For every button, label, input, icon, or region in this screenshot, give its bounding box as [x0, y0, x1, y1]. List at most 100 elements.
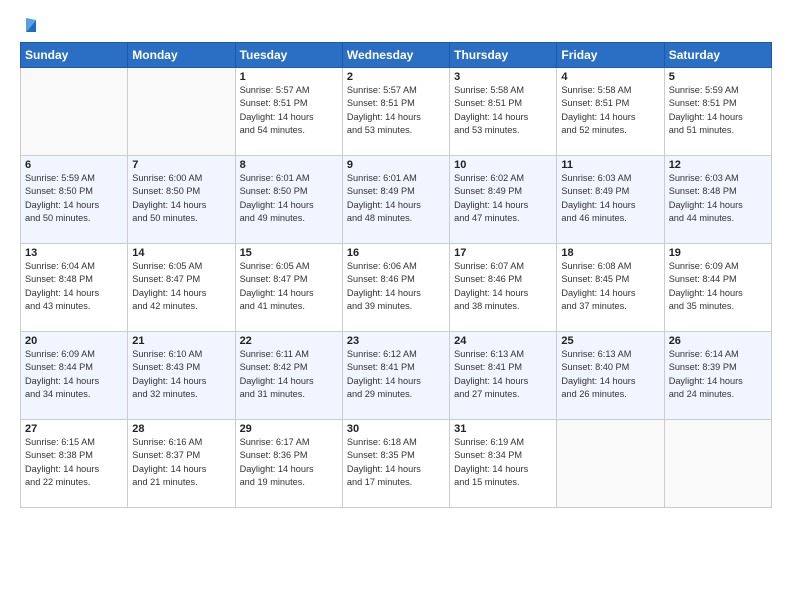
calendar-cell: 6Sunrise: 5:59 AM Sunset: 8:50 PM Daylig… — [21, 156, 128, 244]
day-number: 2 — [347, 71, 445, 83]
calendar: SundayMondayTuesdayWednesdayThursdayFrid… — [20, 42, 772, 508]
day-number: 27 — [25, 423, 123, 435]
day-info: Sunrise: 5:58 AM Sunset: 8:51 PM Dayligh… — [454, 84, 552, 137]
day-info: Sunrise: 6:00 AM Sunset: 8:50 PM Dayligh… — [132, 172, 230, 225]
weekday-header: Thursday — [450, 43, 557, 68]
calendar-week-row: 6Sunrise: 5:59 AM Sunset: 8:50 PM Daylig… — [21, 156, 772, 244]
day-info: Sunrise: 5:57 AM Sunset: 8:51 PM Dayligh… — [240, 84, 338, 137]
day-info: Sunrise: 6:02 AM Sunset: 8:49 PM Dayligh… — [454, 172, 552, 225]
day-number: 24 — [454, 335, 552, 347]
day-number: 29 — [240, 423, 338, 435]
calendar-cell: 26Sunrise: 6:14 AM Sunset: 8:39 PM Dayli… — [664, 332, 771, 420]
header — [20, 16, 772, 34]
day-number: 4 — [561, 71, 659, 83]
day-number: 13 — [25, 247, 123, 259]
calendar-cell: 25Sunrise: 6:13 AM Sunset: 8:40 PM Dayli… — [557, 332, 664, 420]
day-info: Sunrise: 6:03 AM Sunset: 8:49 PM Dayligh… — [561, 172, 659, 225]
calendar-cell — [557, 420, 664, 508]
day-info: Sunrise: 6:01 AM Sunset: 8:50 PM Dayligh… — [240, 172, 338, 225]
day-info: Sunrise: 5:59 AM Sunset: 8:51 PM Dayligh… — [669, 84, 767, 137]
day-info: Sunrise: 6:16 AM Sunset: 8:37 PM Dayligh… — [132, 436, 230, 489]
day-info: Sunrise: 6:11 AM Sunset: 8:42 PM Dayligh… — [240, 348, 338, 401]
day-number: 17 — [454, 247, 552, 259]
calendar-week-row: 20Sunrise: 6:09 AM Sunset: 8:44 PM Dayli… — [21, 332, 772, 420]
day-info: Sunrise: 6:04 AM Sunset: 8:48 PM Dayligh… — [25, 260, 123, 313]
calendar-cell: 13Sunrise: 6:04 AM Sunset: 8:48 PM Dayli… — [21, 244, 128, 332]
day-number: 8 — [240, 159, 338, 171]
calendar-cell: 18Sunrise: 6:08 AM Sunset: 8:45 PM Dayli… — [557, 244, 664, 332]
calendar-cell: 16Sunrise: 6:06 AM Sunset: 8:46 PM Dayli… — [342, 244, 449, 332]
day-number: 23 — [347, 335, 445, 347]
day-info: Sunrise: 6:18 AM Sunset: 8:35 PM Dayligh… — [347, 436, 445, 489]
day-number: 9 — [347, 159, 445, 171]
page: SundayMondayTuesdayWednesdayThursdayFrid… — [0, 0, 792, 612]
day-info: Sunrise: 6:15 AM Sunset: 8:38 PM Dayligh… — [25, 436, 123, 489]
calendar-week-row: 13Sunrise: 6:04 AM Sunset: 8:48 PM Dayli… — [21, 244, 772, 332]
logo — [20, 16, 40, 34]
day-info: Sunrise: 6:08 AM Sunset: 8:45 PM Dayligh… — [561, 260, 659, 313]
calendar-cell: 17Sunrise: 6:07 AM Sunset: 8:46 PM Dayli… — [450, 244, 557, 332]
day-info: Sunrise: 6:13 AM Sunset: 8:41 PM Dayligh… — [454, 348, 552, 401]
day-number: 10 — [454, 159, 552, 171]
weekday-header: Friday — [557, 43, 664, 68]
day-number: 22 — [240, 335, 338, 347]
calendar-cell: 11Sunrise: 6:03 AM Sunset: 8:49 PM Dayli… — [557, 156, 664, 244]
calendar-cell: 10Sunrise: 6:02 AM Sunset: 8:49 PM Dayli… — [450, 156, 557, 244]
day-number: 16 — [347, 247, 445, 259]
day-number: 21 — [132, 335, 230, 347]
calendar-cell: 5Sunrise: 5:59 AM Sunset: 8:51 PM Daylig… — [664, 68, 771, 156]
weekday-header: Sunday — [21, 43, 128, 68]
day-number: 20 — [25, 335, 123, 347]
day-info: Sunrise: 6:10 AM Sunset: 8:43 PM Dayligh… — [132, 348, 230, 401]
calendar-cell: 8Sunrise: 6:01 AM Sunset: 8:50 PM Daylig… — [235, 156, 342, 244]
calendar-cell: 30Sunrise: 6:18 AM Sunset: 8:35 PM Dayli… — [342, 420, 449, 508]
day-number: 6 — [25, 159, 123, 171]
day-number: 30 — [347, 423, 445, 435]
day-number: 18 — [561, 247, 659, 259]
day-number: 31 — [454, 423, 552, 435]
calendar-cell — [664, 420, 771, 508]
weekday-header: Tuesday — [235, 43, 342, 68]
day-info: Sunrise: 5:57 AM Sunset: 8:51 PM Dayligh… — [347, 84, 445, 137]
day-number: 3 — [454, 71, 552, 83]
logo-icon — [22, 16, 40, 34]
day-number: 1 — [240, 71, 338, 83]
day-number: 15 — [240, 247, 338, 259]
calendar-cell: 29Sunrise: 6:17 AM Sunset: 8:36 PM Dayli… — [235, 420, 342, 508]
day-info: Sunrise: 6:01 AM Sunset: 8:49 PM Dayligh… — [347, 172, 445, 225]
calendar-cell: 23Sunrise: 6:12 AM Sunset: 8:41 PM Dayli… — [342, 332, 449, 420]
day-number: 25 — [561, 335, 659, 347]
day-info: Sunrise: 5:58 AM Sunset: 8:51 PM Dayligh… — [561, 84, 659, 137]
calendar-cell: 7Sunrise: 6:00 AM Sunset: 8:50 PM Daylig… — [128, 156, 235, 244]
day-info: Sunrise: 5:59 AM Sunset: 8:50 PM Dayligh… — [25, 172, 123, 225]
day-number: 28 — [132, 423, 230, 435]
weekday-header: Wednesday — [342, 43, 449, 68]
weekday-header-row: SundayMondayTuesdayWednesdayThursdayFrid… — [21, 43, 772, 68]
day-info: Sunrise: 6:13 AM Sunset: 8:40 PM Dayligh… — [561, 348, 659, 401]
calendar-cell: 3Sunrise: 5:58 AM Sunset: 8:51 PM Daylig… — [450, 68, 557, 156]
day-info: Sunrise: 6:09 AM Sunset: 8:44 PM Dayligh… — [25, 348, 123, 401]
calendar-week-row: 1Sunrise: 5:57 AM Sunset: 8:51 PM Daylig… — [21, 68, 772, 156]
calendar-cell: 4Sunrise: 5:58 AM Sunset: 8:51 PM Daylig… — [557, 68, 664, 156]
day-info: Sunrise: 6:17 AM Sunset: 8:36 PM Dayligh… — [240, 436, 338, 489]
day-number: 12 — [669, 159, 767, 171]
calendar-cell: 1Sunrise: 5:57 AM Sunset: 8:51 PM Daylig… — [235, 68, 342, 156]
day-info: Sunrise: 6:14 AM Sunset: 8:39 PM Dayligh… — [669, 348, 767, 401]
calendar-cell: 22Sunrise: 6:11 AM Sunset: 8:42 PM Dayli… — [235, 332, 342, 420]
calendar-cell — [128, 68, 235, 156]
day-info: Sunrise: 6:19 AM Sunset: 8:34 PM Dayligh… — [454, 436, 552, 489]
calendar-cell: 2Sunrise: 5:57 AM Sunset: 8:51 PM Daylig… — [342, 68, 449, 156]
weekday-header: Monday — [128, 43, 235, 68]
weekday-header: Saturday — [664, 43, 771, 68]
calendar-cell: 28Sunrise: 6:16 AM Sunset: 8:37 PM Dayli… — [128, 420, 235, 508]
calendar-cell: 20Sunrise: 6:09 AM Sunset: 8:44 PM Dayli… — [21, 332, 128, 420]
day-number: 19 — [669, 247, 767, 259]
day-info: Sunrise: 6:09 AM Sunset: 8:44 PM Dayligh… — [669, 260, 767, 313]
day-number: 5 — [669, 71, 767, 83]
calendar-cell: 15Sunrise: 6:05 AM Sunset: 8:47 PM Dayli… — [235, 244, 342, 332]
calendar-cell: 24Sunrise: 6:13 AM Sunset: 8:41 PM Dayli… — [450, 332, 557, 420]
day-info: Sunrise: 6:07 AM Sunset: 8:46 PM Dayligh… — [454, 260, 552, 313]
day-info: Sunrise: 6:03 AM Sunset: 8:48 PM Dayligh… — [669, 172, 767, 225]
calendar-cell: 12Sunrise: 6:03 AM Sunset: 8:48 PM Dayli… — [664, 156, 771, 244]
calendar-cell: 27Sunrise: 6:15 AM Sunset: 8:38 PM Dayli… — [21, 420, 128, 508]
